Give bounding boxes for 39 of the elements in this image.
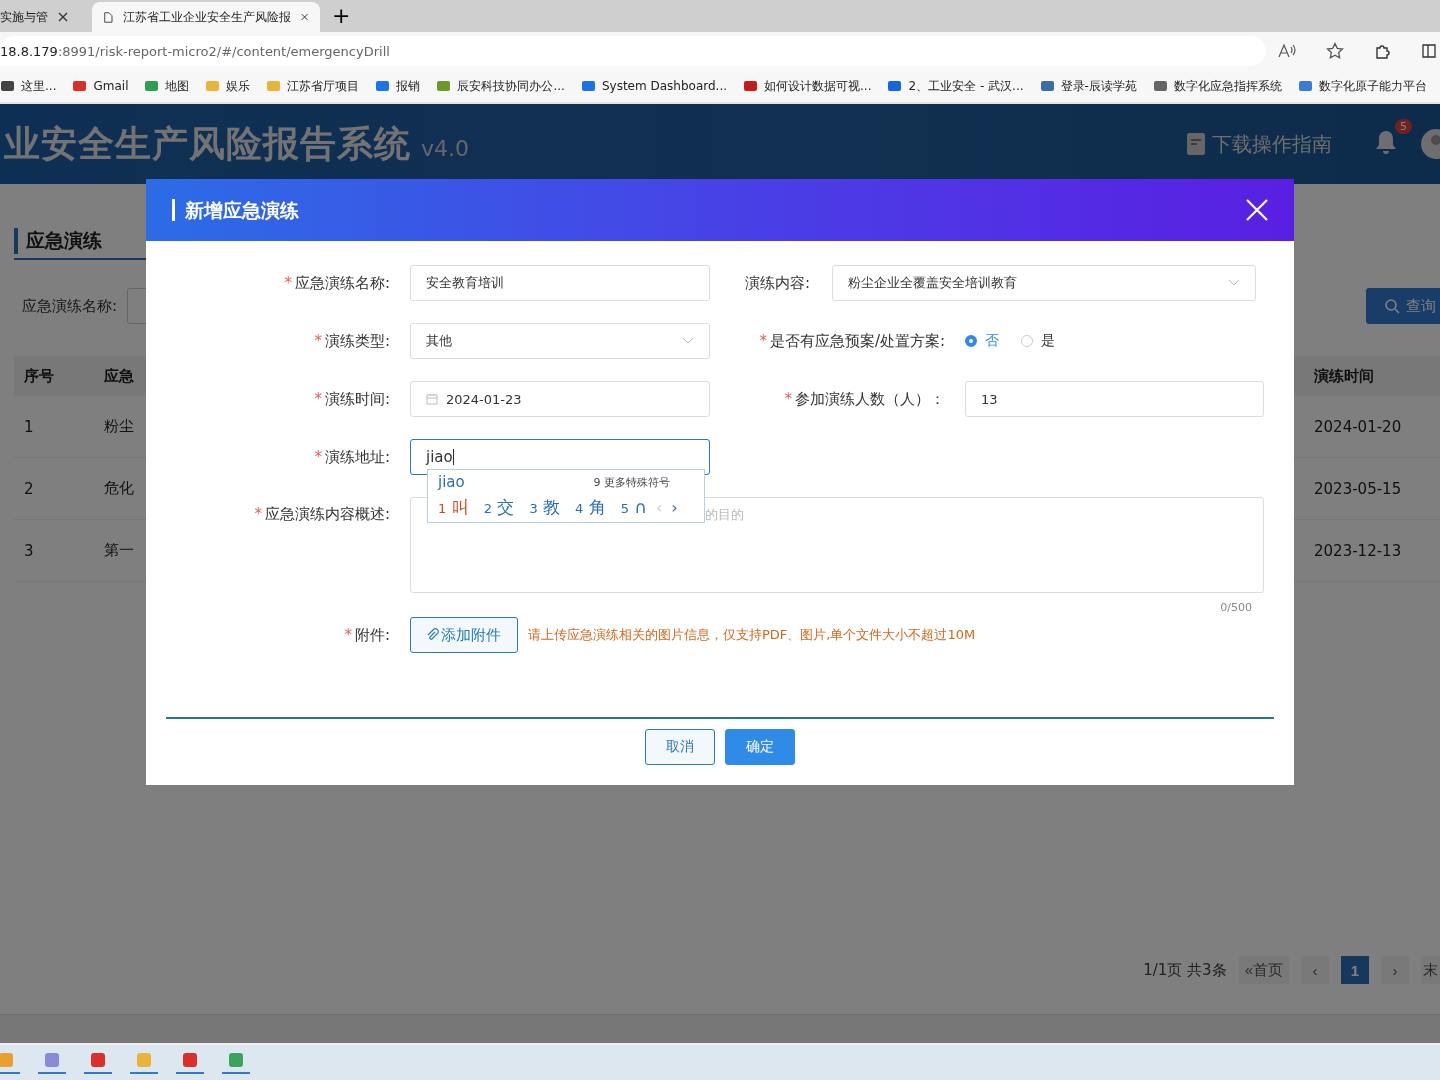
- ime-composition: jiao: [438, 473, 465, 491]
- table-cell: 危化: [104, 479, 134, 498]
- table-cell: 第一: [104, 541, 134, 560]
- field-label: 演练地址:: [324, 447, 390, 466]
- page-title: 应急演练: [14, 228, 102, 254]
- table-cell-text: 2024-01-20: [1314, 417, 1403, 436]
- required-mark: *: [314, 447, 322, 466]
- table-cell-text: 2023-05-15: [1314, 479, 1403, 498]
- notification-badge: 5: [1395, 119, 1412, 134]
- required-mark: *: [314, 389, 322, 408]
- search-label: 应急演练名称:: [22, 296, 118, 316]
- table-cell-text: 3: [23, 541, 35, 560]
- field-label: 是否有应急预案/处置方案:: [769, 331, 945, 350]
- field-label: 演练时间:: [324, 389, 390, 408]
- field-label: 应急演练名称:: [294, 273, 390, 292]
- page-summary: 1/1页 共3条: [1143, 960, 1227, 980]
- field-label: 参加演练人数（人）：: [795, 389, 945, 408]
- character-counter: 0/500: [1220, 600, 1252, 614]
- column-header: 应急: [104, 366, 134, 386]
- field-label: 演练类型:: [324, 331, 390, 350]
- required-mark: *: [759, 331, 767, 350]
- dialog-title: 新增应急演练: [172, 199, 299, 221]
- field-label: 演练内容:: [744, 273, 810, 292]
- table-cell-text: 1: [23, 417, 35, 436]
- required-mark: *: [284, 273, 292, 292]
- required-mark: *: [344, 625, 352, 644]
- column-header: 序号: [23, 366, 55, 386]
- required-mark: *: [254, 505, 262, 523]
- table-cell-text: 2: [23, 479, 35, 498]
- field-label: 附件:: [354, 625, 390, 644]
- table-cell: 粉尘: [104, 417, 134, 436]
- required-mark: *: [784, 389, 792, 408]
- table-cell-text: 2023-12-13: [1314, 541, 1403, 560]
- field-label: 应急演练内容概述:: [264, 505, 390, 523]
- required-mark: *: [314, 331, 322, 350]
- upload-hint: 请上传应急演练相关的图片信息，仅支持PDF、图片,单个文件大小不超过10M: [528, 626, 976, 644]
- app-title: 业安全生产风险报告系统: [4, 121, 411, 166]
- column-header: 演练时间: [1314, 366, 1375, 386]
- version-label: v4.0: [421, 135, 469, 161]
